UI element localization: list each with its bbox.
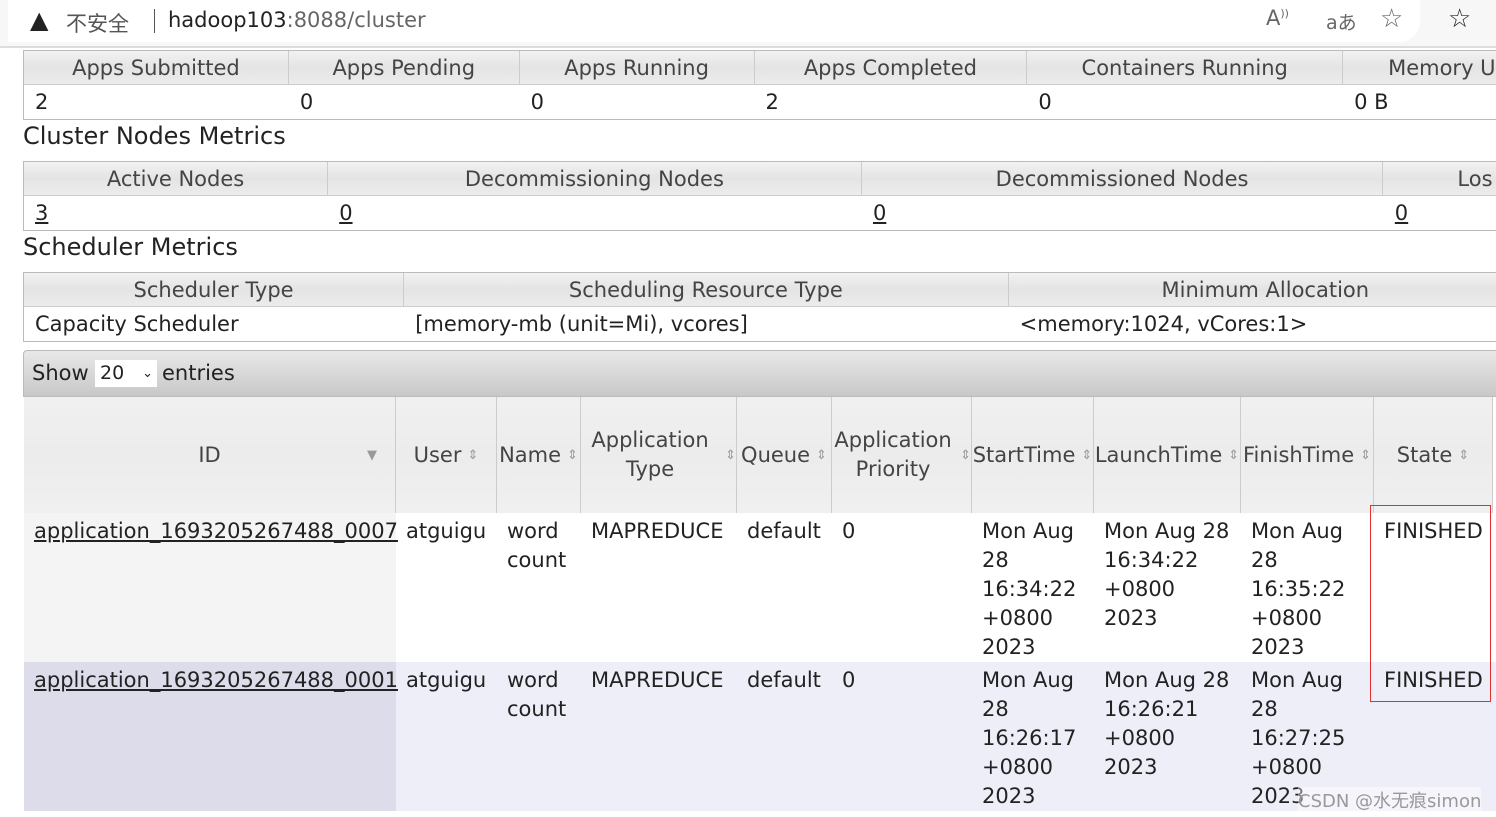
column-header-launch-time[interactable]: LaunchTime ⇕ — [1094, 397, 1241, 513]
cell-user: atguigu — [406, 668, 487, 692]
sort-icon[interactable]: ⇕ — [1360, 441, 1371, 470]
sort-icon[interactable]: ⇕ — [1458, 441, 1469, 470]
cell-launch-time: Mon Aug 28 16:26:21 +0800 2023 — [1104, 668, 1230, 779]
column-header-state[interactable]: State ⇕ — [1374, 397, 1493, 513]
sort-icon[interactable]: ⇕ — [567, 441, 578, 470]
header-lost-nodes: Los — [1383, 162, 1496, 195]
warning-icon[interactable]: ▲ — [30, 6, 48, 34]
column-label: State — [1396, 442, 1453, 467]
column-label: Name — [499, 442, 562, 467]
cluster-metrics-table: Apps Submitted Apps Pending Apps Running… — [23, 50, 1496, 120]
column-header-name[interactable]: Name ⇕ — [497, 397, 581, 513]
column-label: User — [413, 442, 462, 467]
scheduler-metrics-table: Scheduler Type Scheduling Resource Type … — [23, 272, 1496, 342]
cell-application-type: MAPREDUCE — [591, 668, 724, 692]
application-link[interactable]: application_1693205267488_0001 — [34, 668, 398, 692]
header-decommissioned-nodes: Decommissioned Nodes — [862, 162, 1384, 195]
active-nodes-link[interactable]: 3 — [35, 201, 48, 225]
translate-icon[interactable]: aあ — [1326, 8, 1357, 35]
value-memory-used: 0 B — [1354, 90, 1389, 114]
decommissioning-nodes-link[interactable]: 0 — [339, 201, 352, 225]
sort-icon[interactable]: ⇕ — [467, 441, 478, 470]
watermark: CSDN @水无痕simon — [1298, 787, 1482, 813]
address-bar[interactable]: ▲ 不安全 hadoop103:8088/cluster A)) aあ ☆ — [8, 0, 1420, 42]
cell-priority: 0 — [842, 668, 856, 692]
sort-icon[interactable]: ⇕ — [725, 441, 736, 470]
cell-name: word count — [507, 668, 567, 721]
column-label: ID — [198, 442, 221, 467]
divider — [154, 9, 155, 33]
security-warning[interactable]: 不安全 — [66, 8, 129, 38]
column-label: Application Priority — [834, 428, 952, 481]
favorites-icon[interactable]: ☆ — [1448, 4, 1471, 34]
cell-queue: default — [747, 668, 821, 692]
column-label: FinishTime — [1242, 442, 1355, 467]
header-scheduler-type: Scheduler Type — [24, 273, 405, 306]
value-scheduler-type: Capacity Scheduler — [35, 312, 239, 336]
entries-label: entries — [162, 361, 235, 385]
sort-icon[interactable]: ⇕ — [960, 441, 971, 470]
cell-user: atguigu — [406, 519, 487, 543]
nodes-metrics-table: Active Nodes Decommissioning Nodes Decom… — [23, 161, 1496, 231]
header-decommissioning-nodes: Decommissioning Nodes — [328, 162, 862, 195]
column-header-queue[interactable]: Queue ⇕ — [737, 397, 832, 513]
column-header-start-time[interactable]: StartTime ⇕ — [972, 397, 1094, 513]
cell-name: word count — [507, 519, 567, 572]
section-title-scheduler: Scheduler Metrics — [23, 233, 238, 261]
cell-id: application_1693205267488_0007 — [24, 513, 398, 662]
value-apps-pending: 0 — [299, 90, 314, 114]
sort-icon[interactable]: ⇕ — [1228, 441, 1239, 470]
highlight-box — [1370, 505, 1491, 702]
column-header-finish-time[interactable]: FinishTime ⇕ — [1241, 397, 1374, 513]
read-aloud-icon[interactable]: A)) — [1266, 6, 1289, 30]
column-header-priority[interactable]: Application Priority ⇕ — [832, 397, 972, 513]
column-header-user[interactable]: User ⇕ — [396, 397, 497, 513]
header-apps-pending: Apps Pending — [289, 51, 520, 84]
show-label: Show — [32, 361, 89, 385]
lost-nodes-link[interactable]: 0 — [1395, 201, 1408, 225]
column-header-id[interactable]: ID ▼ — [24, 397, 396, 513]
value-apps-running: 0 — [530, 90, 545, 114]
cell-application-type: MAPREDUCE — [591, 519, 724, 543]
entries-length-bar: Show 20 ⌄ entries — [23, 350, 1496, 397]
header-containers-running: Containers Running — [1027, 51, 1344, 84]
decommissioned-nodes-link[interactable]: 0 — [873, 201, 886, 225]
header-apps-running: Apps Running — [520, 51, 755, 84]
header-minimum-allocation: Minimum Allocation — [1009, 273, 1496, 306]
section-title-nodes: Cluster Nodes Metrics — [23, 122, 286, 150]
url-text[interactable]: hadoop103:8088/cluster — [168, 8, 426, 32]
entries-select[interactable]: 20 ⌄ — [95, 360, 157, 387]
cell-finish-time: Mon Aug 28 16:35:22 +0800 2023 — [1251, 519, 1346, 659]
sort-icon[interactable]: ⇕ — [1081, 441, 1092, 470]
application-link[interactable]: application_1693205267488_0007 — [34, 519, 398, 543]
column-label: Queue — [741, 442, 811, 467]
header-scheduling-resource-type: Scheduling Resource Type — [404, 273, 1009, 306]
column-label: LaunchTime — [1094, 442, 1223, 467]
cell-id: application_1693205267488_0001 — [24, 662, 398, 811]
value-apps-submitted: 2 — [35, 90, 49, 114]
header-apps-submitted: Apps Submitted — [24, 51, 289, 84]
column-label: StartTime — [972, 442, 1076, 467]
header-active-nodes: Active Nodes — [24, 162, 329, 195]
cell-queue: default — [747, 519, 821, 543]
cell-launch-time: Mon Aug 28 16:34:22 +0800 2023 — [1104, 519, 1230, 630]
cell-priority: 0 — [842, 519, 856, 543]
header-memory-used: Memory U — [1343, 51, 1496, 84]
value-scheduling-resource-type: [memory-mb (unit=Mi), vcores] — [415, 312, 748, 336]
column-label: Application Type — [591, 428, 709, 481]
value-containers-running: 0 — [1038, 90, 1052, 114]
browser-toolbar: ▲ 不安全 hadoop103:8088/cluster A)) aあ ☆ ☆ — [0, 0, 1496, 48]
header-apps-completed: Apps Completed — [755, 51, 1028, 84]
sort-icon[interactable]: ⇕ — [816, 441, 827, 470]
add-favorite-icon[interactable]: ☆ — [1380, 4, 1403, 34]
chevron-down-icon: ⌄ — [142, 366, 153, 381]
cell-start-time: Mon Aug 28 16:34:22 +0800 2023 — [982, 519, 1077, 659]
value-minimum-allocation: <memory:1024, vCores:1> — [1019, 312, 1308, 336]
value-apps-completed: 2 — [765, 90, 779, 114]
sort-desc-icon[interactable]: ▼ — [367, 441, 377, 470]
cell-start-time: Mon Aug 28 16:26:17 +0800 2023 — [982, 668, 1077, 808]
column-header-application-type[interactable]: Application Type ⇕ — [581, 397, 737, 513]
